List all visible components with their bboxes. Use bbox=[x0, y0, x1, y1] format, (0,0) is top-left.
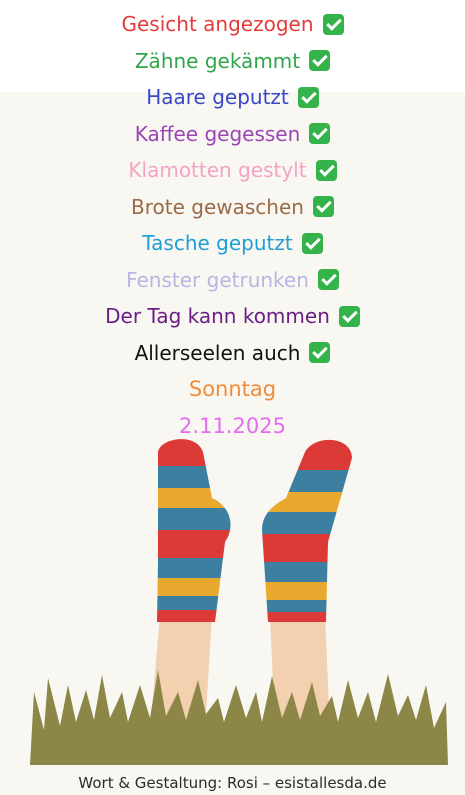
list-item-text: Kaffee gegessen bbox=[134, 121, 301, 146]
list-item: Haare geputzt bbox=[146, 79, 319, 116]
list-item: Tasche geputzt bbox=[142, 225, 323, 262]
list-item-text: Sonntag bbox=[188, 377, 277, 402]
check-mark-icon bbox=[301, 232, 323, 254]
check-mark-icon bbox=[309, 123, 331, 145]
list-item: Kaffee gegessen bbox=[135, 116, 331, 153]
check-mark-icon bbox=[312, 196, 334, 218]
check-mark-icon bbox=[309, 50, 331, 72]
credit-footer: Wort & Gestaltung: Rosi – esistallesda.d… bbox=[78, 773, 387, 792]
check-mark-icon bbox=[317, 269, 339, 291]
list-item-text: Fenster getrunken bbox=[126, 267, 309, 292]
check-mark-icon bbox=[309, 342, 331, 364]
check-mark-icon bbox=[338, 305, 360, 327]
list-item: Sonntag bbox=[189, 371, 276, 408]
text-list: Gesicht angezogen Zähne gekämmt Haare gepu… bbox=[0, 6, 465, 444]
list-item-text: Brote gewaschen bbox=[131, 194, 304, 219]
list-item-text: Tasche geputzt bbox=[142, 231, 293, 256]
left-sock bbox=[157, 439, 231, 623]
list-item-text: Haare geputzt bbox=[146, 85, 289, 110]
check-mark-icon bbox=[297, 86, 319, 108]
list-item-text: Gesicht angezogen bbox=[121, 12, 314, 37]
list-item: Gesicht angezogen bbox=[122, 6, 344, 43]
list-item: Allerseelen auch bbox=[135, 335, 331, 372]
right-sock bbox=[262, 439, 352, 622]
list-item: Zähne gekämmt bbox=[134, 43, 331, 80]
list-item: Klamotten gestylt bbox=[128, 152, 337, 189]
grass bbox=[30, 670, 448, 765]
list-item-text: Zähne gekämmt bbox=[134, 48, 301, 73]
list-item-text: Allerseelen auch bbox=[134, 340, 301, 365]
list-item: Der Tag kann kommen bbox=[105, 298, 360, 335]
check-mark-icon bbox=[322, 13, 344, 35]
socks-illustration bbox=[30, 439, 448, 765]
check-mark-icon bbox=[315, 159, 337, 181]
list-item: Brote gewaschen bbox=[131, 189, 334, 226]
list-item-text: Klamotten gestylt bbox=[128, 158, 307, 183]
list-item-text: Der Tag kann kommen bbox=[105, 304, 330, 329]
list-item: Fenster getrunken bbox=[126, 262, 339, 299]
